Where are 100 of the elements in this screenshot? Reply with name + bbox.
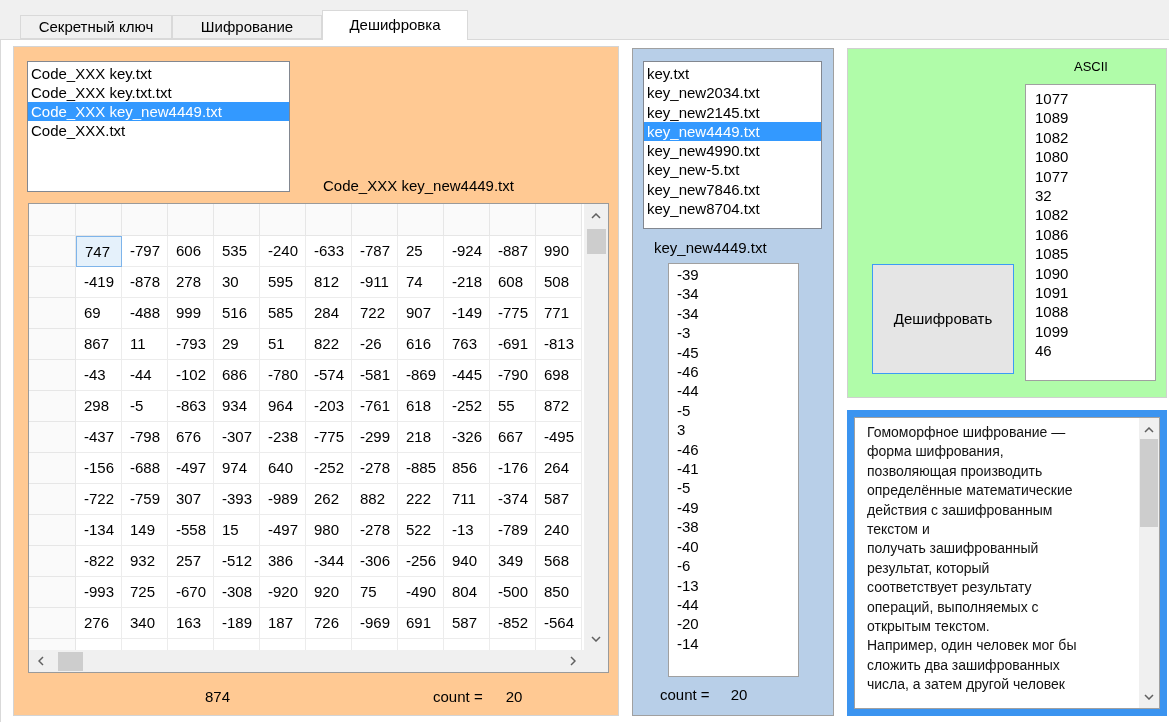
table-cell[interactable]: -307 (214, 422, 260, 453)
table-cell[interactable]: -156 (76, 453, 122, 484)
table-cell[interactable]: -419 (76, 267, 122, 298)
table-cell[interactable]: 822 (306, 329, 352, 360)
table-cell[interactable]: 711 (444, 484, 490, 515)
scroll-thumb[interactable] (58, 651, 83, 671)
list-item[interactable]: Code_XXX key.txt (28, 64, 289, 83)
table-cell[interactable]: 940 (444, 546, 490, 577)
table-cell[interactable]: 535 (214, 236, 260, 267)
table-cell[interactable]: 307 (168, 484, 214, 515)
table-cell[interactable]: 149 (122, 515, 168, 546)
table-cell[interactable]: -238 (260, 422, 306, 453)
ascii-values-list[interactable]: 1077 1089 1082 1080 1077 32 1082 1086 1085 1090 1091 1088 1099 46 (1025, 84, 1156, 381)
table-cell[interactable]: -574 (306, 360, 352, 391)
table-cell[interactable]: 595 (260, 267, 306, 298)
table-cell[interactable]: 74 (398, 267, 444, 298)
table-cell[interactable]: 856 (444, 453, 490, 484)
table-cell[interactable]: 568 (536, 546, 582, 577)
table-cell[interactable]: 698 (536, 360, 582, 391)
table-cell[interactable]: -793 (168, 329, 214, 360)
table-cell[interactable]: 508 (536, 267, 582, 298)
table-cell[interactable]: -488 (122, 298, 168, 329)
table-cell[interactable]: 55 (490, 391, 536, 422)
table-cell[interactable]: -500 (490, 577, 536, 608)
scroll-right-icon[interactable] (570, 656, 576, 666)
table-cell[interactable]: 69 (76, 298, 122, 329)
table-cell[interactable]: -852 (490, 608, 536, 639)
table-cell[interactable]: -374 (490, 484, 536, 515)
tab[interactable]: Дешифровка (322, 10, 468, 40)
table-cell[interactable]: 771 (536, 298, 582, 329)
table-cell[interactable]: -759 (122, 484, 168, 515)
table-cell[interactable]: -512 (214, 546, 260, 577)
table-cell[interactable]: 29 (214, 329, 260, 360)
table-cell[interactable]: -278 (352, 453, 398, 484)
table-cell[interactable]: -252 (444, 391, 490, 422)
table-cell[interactable]: -887 (490, 236, 536, 267)
table-cell[interactable]: 618 (398, 391, 444, 422)
table-cell[interactable]: 298 (76, 391, 122, 422)
list-item[interactable]: key_new-5.txt (644, 160, 821, 180)
table-cell[interactable]: -149 (444, 298, 490, 329)
table-cell[interactable]: -920 (260, 577, 306, 608)
table-cell[interactable]: -722 (76, 484, 122, 515)
table-cell[interactable]: -789 (490, 515, 536, 546)
table-cell[interactable]: -393 (214, 484, 260, 515)
table-cell[interactable]: 222 (398, 484, 444, 515)
table-cell[interactable]: 163 (168, 608, 214, 639)
table-cell[interactable]: -969 (352, 608, 398, 639)
table-cell[interactable]: 804 (444, 577, 490, 608)
table-cell[interactable]: 763 (444, 329, 490, 360)
table-cell[interactable]: -775 (490, 298, 536, 329)
table-cell[interactable]: -13 (444, 515, 490, 546)
table-cell[interactable]: -102 (168, 360, 214, 391)
table-cell[interactable]: 278 (168, 267, 214, 298)
table-cell[interactable]: 257 (168, 546, 214, 577)
table-cell[interactable]: -633 (306, 236, 352, 267)
scroll-thumb[interactable] (1140, 439, 1158, 527)
table-cell[interactable]: -497 (260, 515, 306, 546)
table-cell[interactable]: 920 (306, 577, 352, 608)
table-cell[interactable]: -761 (352, 391, 398, 422)
table-cell[interactable]: 264 (536, 453, 582, 484)
table-cell[interactable]: -299 (352, 422, 398, 453)
table-cell[interactable]: 608 (490, 267, 536, 298)
table-cell[interactable]: 667 (490, 422, 536, 453)
table-cell[interactable]: -798 (122, 422, 168, 453)
table-cell[interactable]: -688 (122, 453, 168, 484)
scroll-left-icon[interactable] (38, 656, 44, 666)
key-values-list[interactable]: -39 -34 -34 -3 -45 -46 -44 -5 3 -46 -41 -5 -49 -38 -40 -6 -13 -44 -20 -14 (668, 263, 799, 677)
table-cell[interactable]: -43 (76, 360, 122, 391)
table-cell[interactable]: 676 (168, 422, 214, 453)
table-cell[interactable]: 722 (352, 298, 398, 329)
table-cell[interactable]: -564 (536, 608, 582, 639)
table-cell[interactable]: 587 (444, 608, 490, 639)
table-cell[interactable]: 276 (76, 608, 122, 639)
scroll-down-icon[interactable] (591, 636, 601, 642)
table-cell[interactable]: 218 (398, 422, 444, 453)
table-cell[interactable]: -497 (168, 453, 214, 484)
table-cell[interactable]: -176 (490, 453, 536, 484)
list-item[interactable]: Code_XXX.txt (28, 121, 289, 140)
table-cell[interactable]: -437 (76, 422, 122, 453)
scroll-thumb[interactable] (586, 229, 606, 254)
table-cell[interactable]: -787 (352, 236, 398, 267)
table-cell[interactable]: -989 (260, 484, 306, 515)
table-cell[interactable]: 25 (398, 236, 444, 267)
table-cell[interactable]: -869 (398, 360, 444, 391)
table-cell[interactable]: 616 (398, 329, 444, 360)
table-cell[interactable]: 284 (306, 298, 352, 329)
table-cell[interactable]: -670 (168, 577, 214, 608)
table-cell[interactable]: -326 (444, 422, 490, 453)
file-list[interactable]: Code_XXX key.txt Code_XXX key.txt.txt Code_XXX key_new4449.txt Code_XXX.txt (27, 61, 290, 192)
table-cell[interactable]: -240 (260, 236, 306, 267)
table-cell[interactable]: 11 (122, 329, 168, 360)
table-cell[interactable]: -5 (122, 391, 168, 422)
table-cell[interactable]: 726 (306, 608, 352, 639)
table-cell[interactable]: -822 (76, 546, 122, 577)
table-cell[interactable]: 30 (214, 267, 260, 298)
tab[interactable]: Шифрование (172, 15, 322, 39)
table-cell[interactable]: -863 (168, 391, 214, 422)
list-item[interactable]: key.txt (644, 64, 821, 84)
list-item[interactable]: key_new8704.txt (644, 199, 821, 219)
table-cell[interactable]: -189 (214, 608, 260, 639)
